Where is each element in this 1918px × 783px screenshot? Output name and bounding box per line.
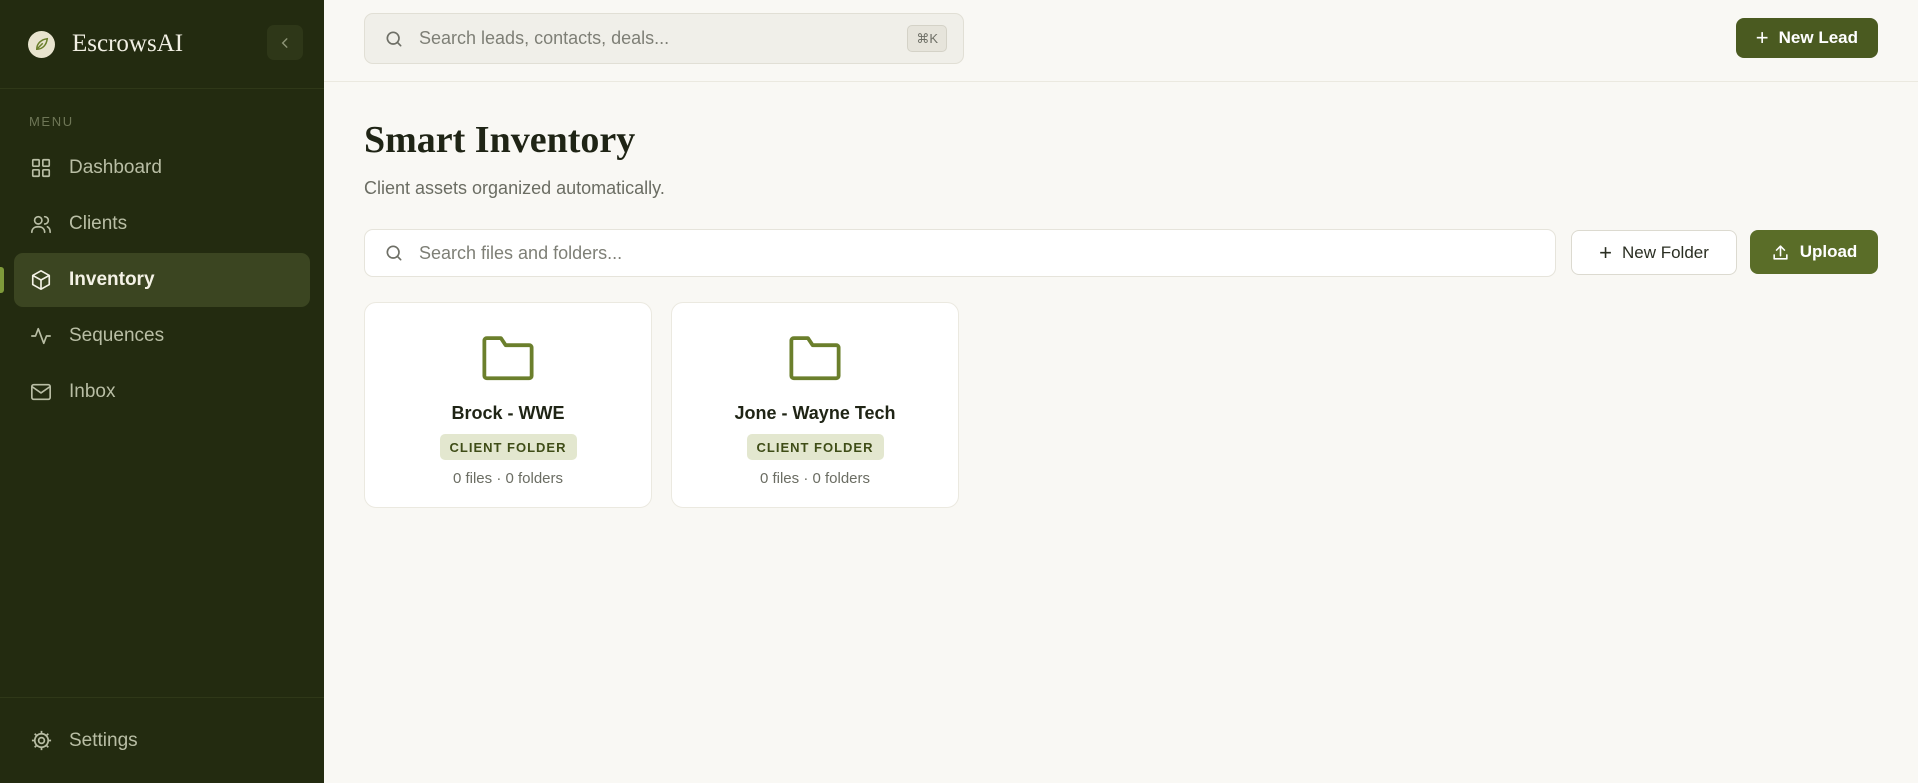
global-search-placeholder: Search leads, contacts, deals... xyxy=(419,28,670,48)
sidebar-item-inventory[interactable]: Inventory xyxy=(0,253,310,307)
topbar: Search leads, contacts, deals... ⌘K + Ne… xyxy=(324,0,1918,82)
upload-button[interactable]: Upload xyxy=(1750,230,1878,274)
shortcut-badge: ⌘K xyxy=(907,25,947,52)
new-lead-label: New Lead xyxy=(1778,28,1858,47)
plus-icon: + xyxy=(1599,239,1612,265)
upload-icon xyxy=(1771,243,1790,262)
settings-label: Settings xyxy=(69,729,138,751)
leaf-logo-icon xyxy=(28,30,55,58)
folder-grid: Brock - WWE CLIENT FOLDER 0 files · 0 fo… xyxy=(364,302,1878,508)
folder-name: Brock - WWE xyxy=(451,403,565,423)
main-content: Smart Inventory Client assets organized … xyxy=(364,82,1878,508)
folder-icon xyxy=(482,336,534,381)
folder-icon xyxy=(789,336,841,381)
file-search-input[interactable]: Search files and folders... xyxy=(364,229,1556,277)
sidebar-item-sequences[interactable]: Sequences xyxy=(14,309,310,363)
sidebar: EscrowsAI MENU Dashboard Clients Invento… xyxy=(0,0,324,783)
box-icon xyxy=(29,268,53,292)
gear-icon xyxy=(29,729,53,753)
page-title: Smart Inventory xyxy=(364,119,636,161)
client-folder-badge: CLIENT FOLDER xyxy=(746,434,884,460)
client-folder-badge: CLIENT FOLDER xyxy=(439,434,577,460)
users-icon xyxy=(29,212,53,236)
chevron-left-icon xyxy=(281,37,288,48)
folder-meta: 0 files · 0 folders xyxy=(759,470,871,487)
global-search-input[interactable]: Search leads, contacts, deals... ⌘K xyxy=(364,13,964,64)
upload-label: Upload xyxy=(1799,242,1858,261)
sidebar-item-label: Clients xyxy=(69,213,128,234)
grid-icon xyxy=(29,156,53,180)
new-folder-button[interactable]: + New Folder xyxy=(1571,230,1737,275)
sidebar-item-label: Sequences xyxy=(69,325,165,346)
activity-icon xyxy=(29,324,53,348)
search-icon xyxy=(386,31,402,47)
file-search-placeholder: Search files and folders... xyxy=(419,242,623,263)
sidebar-item-label: Inventory xyxy=(69,269,155,290)
new-folder-label: New Folder xyxy=(1621,242,1709,262)
brand-header: EscrowsAI xyxy=(0,0,324,89)
folder-name: Jone - Wayne Tech xyxy=(734,403,896,423)
sidebar-nav: Dashboard Clients Inventory Sequences In… xyxy=(0,139,324,421)
new-lead-button[interactable]: + New Lead xyxy=(1735,18,1878,58)
sidebar-item-clients[interactable]: Clients xyxy=(14,197,310,251)
folder-card[interactable]: Brock - WWE CLIENT FOLDER 0 files · 0 fo… xyxy=(364,302,652,508)
search-icon xyxy=(386,245,402,261)
sidebar-item-settings[interactable]: Settings xyxy=(0,697,324,783)
mail-icon xyxy=(29,380,53,404)
collapse-sidebar-button[interactable] xyxy=(267,25,303,60)
inventory-toolbar: Search files and folders... + New Folder… xyxy=(364,229,1878,277)
active-indicator xyxy=(0,267,4,293)
folder-meta: 0 files · 0 folders xyxy=(452,470,564,487)
app-name: EscrowsAI xyxy=(72,30,184,57)
plus-icon: + xyxy=(1755,25,1769,50)
sidebar-item-label: Inbox xyxy=(69,381,116,402)
sidebar-item-inbox[interactable]: Inbox xyxy=(14,365,310,419)
menu-section-label: MENU xyxy=(29,114,74,129)
sidebar-item-label: Dashboard xyxy=(69,157,162,178)
sidebar-item-dashboard[interactable]: Dashboard xyxy=(14,141,310,195)
folder-card[interactable]: Jone - Wayne Tech CLIENT FOLDER 0 files … xyxy=(671,302,959,508)
page-subtitle: Client assets organized automatically. xyxy=(364,178,665,198)
